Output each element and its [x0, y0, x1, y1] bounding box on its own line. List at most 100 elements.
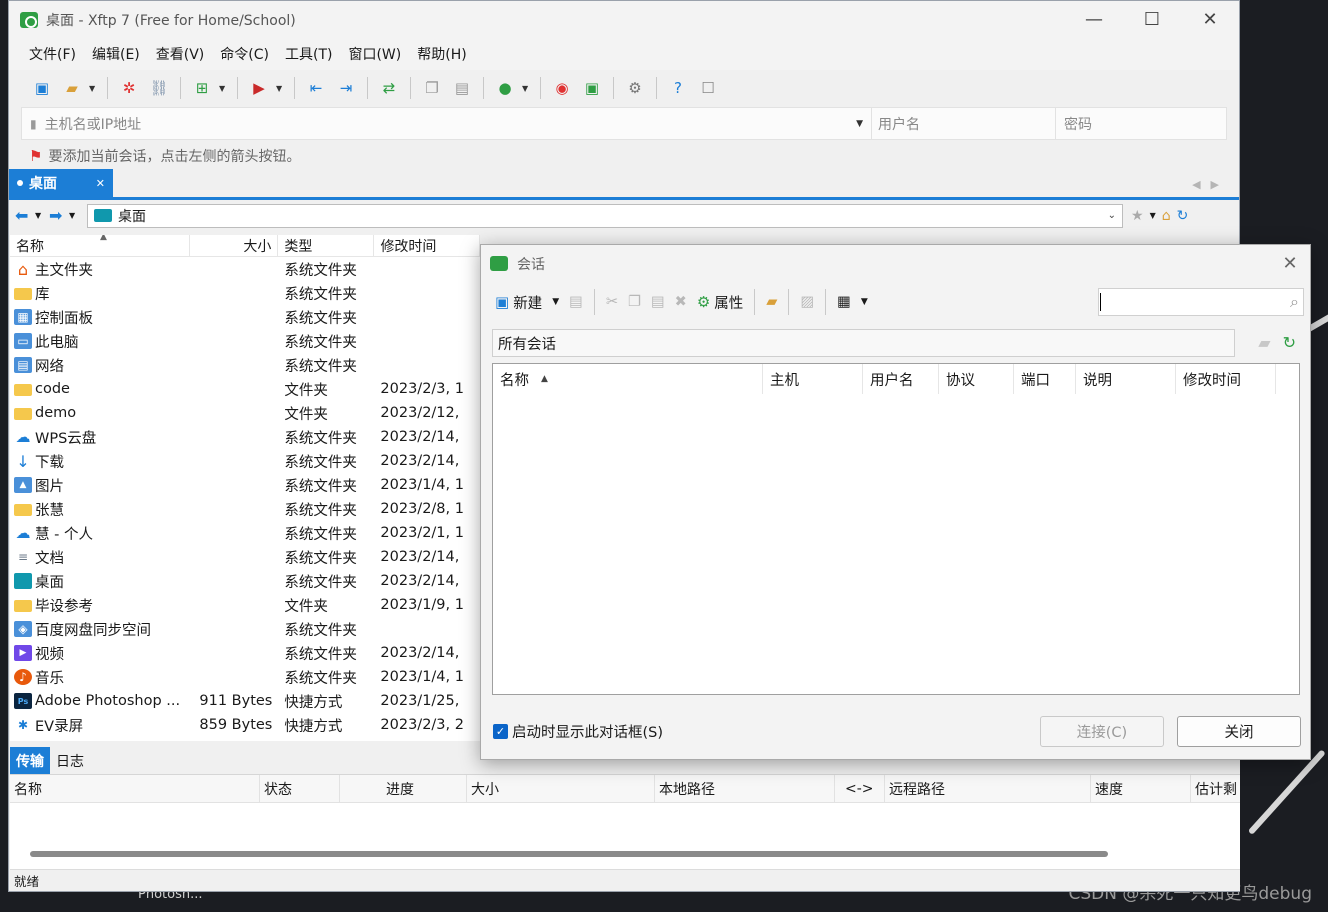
chevron-down-icon[interactable]: ▼ — [1150, 211, 1156, 220]
file-row[interactable]: ▦ 控制面板 系统文件夹 — [10, 305, 480, 329]
sync-icon[interactable]: ⇄ — [376, 76, 402, 100]
host-input[interactable]: ▮ 主机名或IP地址 ▼ — [22, 108, 872, 139]
file-row[interactable]: Ps Adobe Photoshop ... 911 Bytes 快捷方式 2023/1… — [10, 689, 480, 713]
view-mode-icon[interactable]: ▦ — [833, 287, 855, 317]
file-row[interactable]: 桌面 系统文件夹 2023/2/14, — [10, 569, 480, 593]
chevron-down-icon[interactable]: ▼ — [219, 84, 229, 93]
session-folder-path[interactable]: 所有会话 — [492, 329, 1235, 357]
chevron-down-icon[interactable]: ▼ — [89, 84, 99, 93]
file-row[interactable]: ⌂ 主文件夹 系统文件夹 — [10, 257, 480, 281]
xftp-icon[interactable]: ▣ — [579, 76, 605, 100]
paste-icon[interactable]: ▤ — [449, 76, 475, 100]
column-local-path[interactable]: 本地路径 — [655, 775, 835, 802]
tab-scroll-arrows[interactable]: ◀▶ — [1192, 178, 1229, 191]
chevron-down-icon[interactable]: ▼ — [522, 84, 532, 93]
bookmark-icon[interactable]: ⚑ — [29, 147, 42, 165]
column-size[interactable]: 大小 — [467, 775, 655, 802]
chevron-down-icon[interactable]: ▼ — [548, 287, 563, 317]
chat-icon[interactable]: ☐ — [695, 76, 721, 100]
file-row[interactable]: 毕设参考 文件夹 2023/1/9, 1 — [10, 593, 480, 617]
close-button[interactable]: ✕ — [1181, 9, 1239, 30]
menu-view[interactable]: 查看(V) — [148, 44, 213, 64]
column-modified[interactable]: 修改时间 — [1176, 364, 1276, 394]
refresh-icon[interactable]: ↻ — [1177, 208, 1189, 224]
column-type[interactable]: 类型 — [278, 235, 375, 257]
new-session-icon[interactable]: ▣ — [29, 76, 55, 100]
close-dialog-button[interactable]: 关闭 — [1177, 715, 1301, 747]
minimize-button[interactable]: — — [1065, 9, 1123, 30]
show-on-startup-checkbox[interactable]: ✓ — [493, 723, 508, 739]
open-folder-icon[interactable]: ▰ — [59, 76, 85, 100]
back-arrow-icon[interactable]: ⬅ — [15, 206, 35, 225]
show-on-startup-label[interactable]: 启动时显示此对话框(S) — [512, 721, 1027, 742]
column-progress[interactable]: 进度 — [340, 775, 467, 802]
session-search-input[interactable]: ⌕ — [1098, 288, 1304, 316]
search-icon[interactable]: ⌕ — [1290, 292, 1299, 312]
file-row[interactable]: ▤ 网络 系统文件夹 — [10, 353, 480, 377]
connect-button[interactable]: 连接(C) — [1040, 715, 1164, 747]
chevron-down-icon[interactable]: ▼ — [857, 287, 872, 317]
globe-icon[interactable]: ● — [492, 76, 518, 100]
chevron-down-icon[interactable]: ▼ — [856, 119, 863, 129]
file-row[interactable]: ☁ 慧 - 个人 系统文件夹 2023/2/1, 1 — [10, 521, 480, 545]
file-row[interactable]: 张慧 系统文件夹 2023/2/8, 1 — [10, 497, 480, 521]
help-icon[interactable]: ? — [665, 76, 691, 100]
new-folder-icon[interactable]: ▰ — [762, 287, 781, 317]
path-combobox[interactable]: 桌面 ⌄ — [87, 203, 1123, 228]
refresh-icon[interactable]: ↻ — [1283, 333, 1296, 352]
download-icon[interactable]: ⇥ — [333, 76, 359, 100]
column-eta[interactable]: 估计剩 — [1191, 775, 1240, 802]
tab-transfer[interactable]: 传输 — [10, 747, 50, 774]
copy-icon[interactable]: ❐ — [419, 76, 445, 100]
maximize-button[interactable]: ☐ — [1123, 9, 1181, 30]
column-host[interactable]: 主机 — [763, 364, 863, 394]
column-port[interactable]: 端口 — [1014, 364, 1076, 394]
column-size[interactable]: 大小 — [190, 235, 279, 257]
column-modified[interactable]: 修改时间 — [374, 235, 480, 257]
column-remote-path[interactable]: 远程路径 — [885, 775, 1091, 802]
cut-icon[interactable]: ✂ — [602, 287, 622, 317]
new-tab-icon[interactable]: ⊞ — [189, 76, 215, 100]
file-row[interactable]: ♪ 音乐 系统文件夹 2023/1/4, 1 — [10, 665, 480, 689]
dialog-close-button[interactable]: ✕ — [1270, 253, 1310, 274]
chevron-down-icon[interactable]: ▼ — [35, 211, 49, 220]
xshell-icon[interactable]: ◉ — [549, 76, 575, 100]
file-row[interactable]: code 文件夹 2023/2/3, 1 — [10, 377, 480, 401]
column-protocol[interactable]: 协议 — [939, 364, 1014, 394]
chevron-down-icon[interactable]: ⌄ — [1108, 210, 1116, 221]
properties-button[interactable]: ⚙ 属性 — [693, 287, 747, 317]
column-speed[interactable]: 速度 — [1091, 775, 1191, 802]
file-row[interactable]: demo 文件夹 2023/2/12, — [10, 401, 480, 425]
file-row[interactable]: ▭ 此电脑 系统文件夹 — [10, 329, 480, 353]
menu-help[interactable]: 帮助(H) — [409, 44, 474, 64]
column-direction[interactable]: <-> — [835, 775, 885, 802]
file-row[interactable]: 库 系统文件夹 — [10, 281, 480, 305]
file-row[interactable]: ▲ 图片 系统文件夹 2023/1/4, 1 — [10, 473, 480, 497]
folder-up-icon[interactable]: ▰ — [1258, 333, 1270, 352]
column-status[interactable]: 状态 — [260, 775, 340, 802]
forward-arrow-icon[interactable]: ➡ — [49, 206, 69, 225]
file-row[interactable]: ▶ 视频 系统文件夹 2023/2/14, — [10, 641, 480, 665]
gear-icon[interactable]: ⚙ — [622, 76, 648, 100]
file-row[interactable]: ≡ 文档 系统文件夹 2023/2/14, — [10, 545, 480, 569]
paste-icon[interactable]: ▤ — [647, 287, 669, 317]
delete-icon[interactable]: ✖ — [671, 287, 691, 317]
tab-log[interactable]: 日志 — [50, 747, 90, 774]
password-input[interactable]: 密码 — [1056, 108, 1226, 139]
menu-window[interactable]: 窗口(W) — [340, 44, 409, 64]
file-row[interactable]: ↓ 下载 系统文件夹 2023/2/14, — [10, 449, 480, 473]
star-icon[interactable]: ★ — [1131, 208, 1144, 224]
export-icon[interactable]: ▨ — [796, 287, 818, 317]
file-row[interactable]: ☁ WPS云盘 系统文件夹 2023/2/14, — [10, 425, 480, 449]
file-row[interactable]: ◈ 百度网盘同步空间 系统文件夹 — [10, 617, 480, 641]
new-session-button[interactable]: ▣ 新建 — [491, 287, 546, 317]
disconnect-icon[interactable]: ✲ — [116, 76, 142, 100]
menu-tools[interactable]: 工具(T) — [277, 44, 340, 64]
horizontal-scrollbar[interactable] — [30, 851, 1108, 857]
menu-file[interactable]: 文件(F) — [21, 44, 84, 64]
file-row[interactable]: ✱ EV录屏 859 Bytes 快捷方式 2023/2/3, 2 — [10, 713, 480, 737]
column-description[interactable]: 说明 — [1076, 364, 1176, 394]
column-name[interactable]: 名称 ▲ — [493, 364, 763, 394]
reconnect-icon[interactable]: ⛓ — [146, 76, 172, 100]
chevron-down-icon[interactable]: ▼ — [69, 211, 83, 220]
